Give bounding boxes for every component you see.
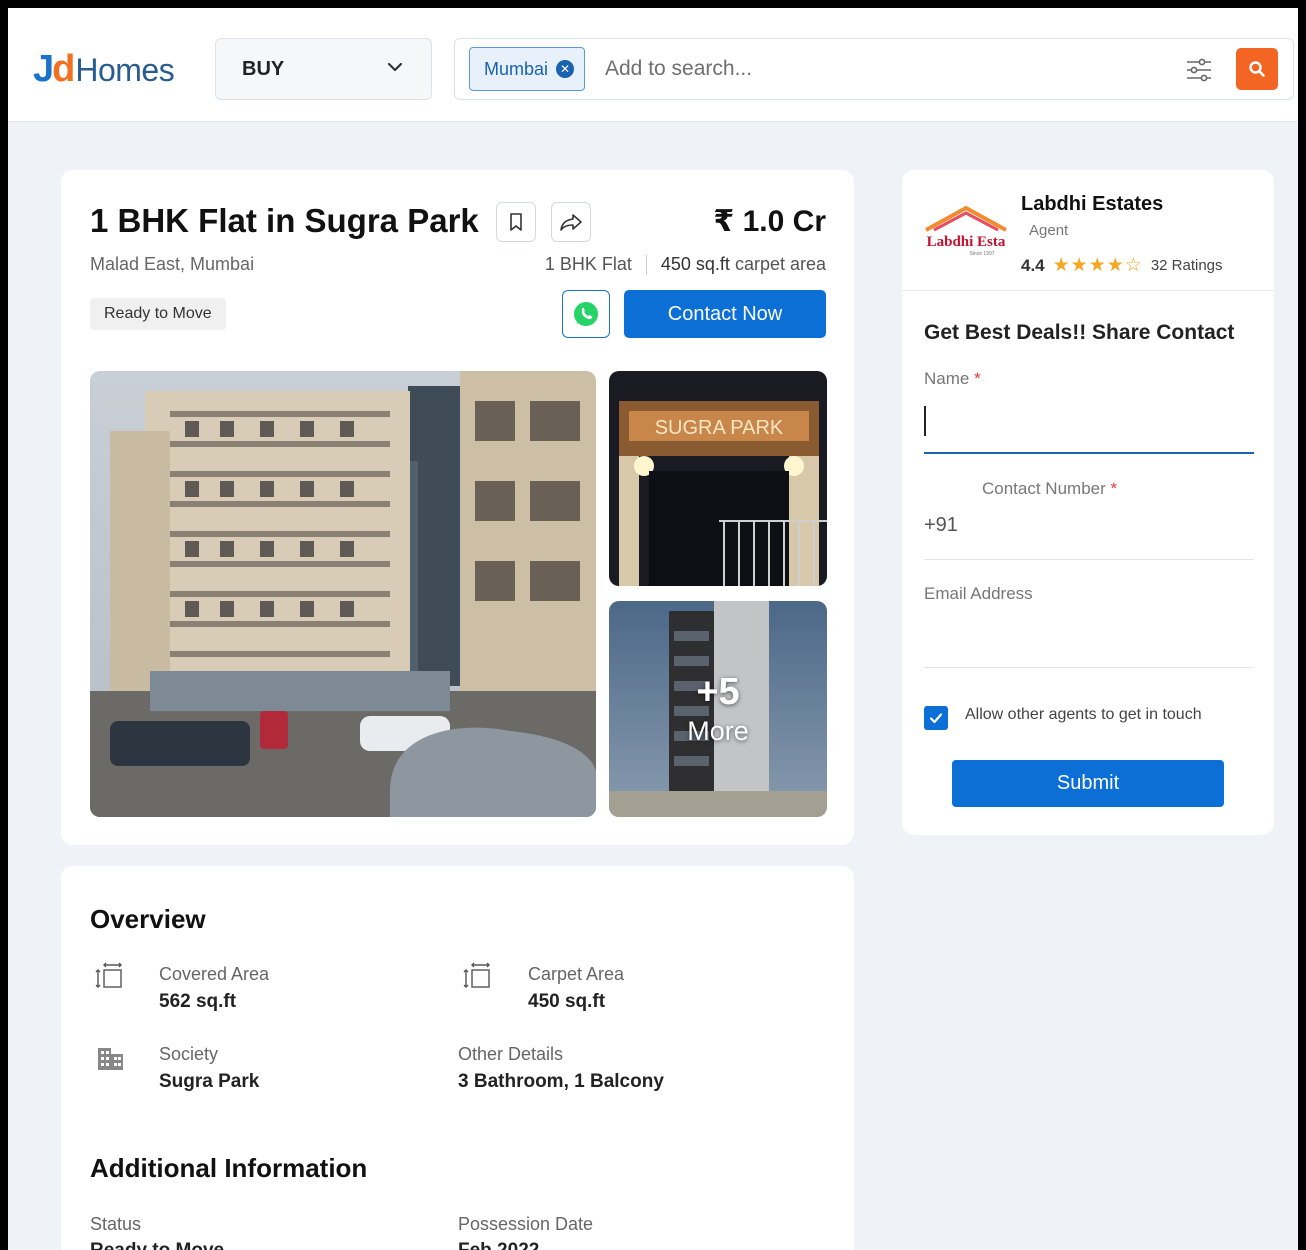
agent-divider <box>902 290 1274 291</box>
area-icon <box>463 962 490 988</box>
required-mark: * <box>974 369 981 388</box>
overview-title: Overview <box>90 904 206 934</box>
jdhomes-logo[interactable]: Jd Homes <box>33 48 175 90</box>
name-input[interactable] <box>924 398 1254 454</box>
status-label: Status <box>90 1214 142 1234</box>
agent-rating: 4.4 ★★★★☆ 32 Ratings <box>1021 254 1223 277</box>
spec-divider <box>645 254 647 275</box>
checkmark-icon <box>929 713 943 724</box>
main-property-photo[interactable] <box>90 371 596 817</box>
listing-title: 1 BHK Flat in Sugra Park <box>90 202 479 239</box>
agent-logo-text: Labdhi Esta <box>927 234 1006 250</box>
rating-stars-icon: ★★★★☆ <box>1052 255 1143 276</box>
submit-button[interactable]: Submit <box>952 760 1224 807</box>
search-chip-mumbai[interactable]: Mumbai ✕ <box>469 47 586 91</box>
contact-number-label: Contact Number * <box>982 479 1118 498</box>
status-value: Ready to Move <box>90 1240 224 1250</box>
bookmark-icon <box>510 213 522 231</box>
rating-score: 4.4 <box>1021 255 1045 275</box>
listing-config: 1 BHK Flat <box>544 254 632 274</box>
agent-lead-card: Labdhi Esta Since 1997 Labdhi Estates Ag… <box>902 170 1274 835</box>
top-header: Jd Homes BUY Mumbai ✕ <box>8 8 1298 122</box>
whatsapp-button[interactable] <box>562 290 610 338</box>
possession-date-label: Possession Date <box>458 1214 594 1234</box>
share-button[interactable] <box>551 202 591 242</box>
covered-area-label: Covered Area <box>159 964 270 984</box>
email-label: Email Address <box>924 584 1033 603</box>
remove-chip-icon[interactable]: ✕ <box>556 60 575 78</box>
society-value: Sugra Park <box>159 1071 260 1092</box>
page: Jd Homes BUY Mumbai ✕ Add to search... 1… <box>8 8 1298 1250</box>
lead-form-title: Get Best Deals!! Share Contact <box>924 321 1235 344</box>
listing-area-unit: carpet area <box>734 254 826 274</box>
other-details-label: Other Details <box>458 1044 564 1064</box>
buy-dropdown[interactable]: BUY <box>215 38 432 100</box>
carpet-area-value: 450 sq.ft <box>528 991 606 1012</box>
logo-jd: Jd <box>33 48 75 90</box>
listing-specs: 1 BHK Flat 450 sq.ft carpet area <box>545 254 826 275</box>
bookmark-button[interactable] <box>496 202 536 242</box>
area-icon <box>95 962 122 988</box>
more-photos-text: More <box>687 716 749 746</box>
ratings-count[interactable]: 32 Ratings <box>1151 257 1223 274</box>
search-button[interactable] <box>1236 48 1278 90</box>
building-photo-illustration <box>90 371 596 817</box>
society-label: Society <box>159 1044 219 1064</box>
more-photos-tile[interactable]: +5 More <box>609 601 827 817</box>
agent-name[interactable]: Labdhi Estates <box>1021 193 1163 216</box>
search-icon <box>1249 61 1265 77</box>
chevron-down-icon <box>387 62 403 72</box>
entrance-photo[interactable]: SUGRA PARK <box>609 371 827 586</box>
phone-prefix: +91 <box>924 514 958 536</box>
search-bar: Mumbai ✕ <box>454 38 1294 100</box>
agent-role: Agent <box>1029 222 1069 239</box>
contact-now-button[interactable]: Contact Now <box>624 290 826 338</box>
listing-price: ₹ 1.0 Cr <box>713 205 826 238</box>
carpet-area-label: Carpet Area <box>528 964 625 984</box>
possession-date-value: Feb 2022 <box>458 1240 539 1250</box>
gate-sign-text: SUGRA PARK <box>655 417 784 439</box>
name-label: Name * <box>924 369 981 388</box>
more-photos-count: +5 <box>696 671 740 713</box>
agent-logo: Labdhi Esta Since 1997 <box>925 205 1007 257</box>
building-icon <box>98 1048 123 1070</box>
allow-agents-checkbox[interactable] <box>924 706 948 730</box>
entrance-photo-illustration: SUGRA PARK <box>609 371 827 586</box>
search-input[interactable] <box>605 51 1165 87</box>
contact-number-input[interactable] <box>924 500 1254 560</box>
required-mark: * <box>1110 479 1118 498</box>
agent-logo-subtext: Since 1997 <box>969 251 994 257</box>
more-photos-label: +5 More <box>609 671 827 747</box>
email-input[interactable] <box>924 610 1254 668</box>
text-caret <box>924 406 926 436</box>
search-chip-label: Mumbai <box>484 58 549 79</box>
filter-icon[interactable] <box>1185 56 1213 84</box>
additional-info-title: Additional Information <box>90 1153 368 1183</box>
buy-dropdown-value: BUY <box>242 57 285 80</box>
overview-card: Overview Covered Area 562 sq.ft Carpet A… <box>61 866 854 1250</box>
share-icon <box>560 214 582 231</box>
covered-area-value: 562 sq.ft <box>159 991 237 1012</box>
allow-agents-label[interactable]: Allow other agents to get in touch <box>965 706 1202 724</box>
status-badge: Ready to Move <box>90 298 226 330</box>
logo-homes: Homes <box>75 52 175 88</box>
listing-card: 1 BHK Flat in Sugra Park ₹ 1.0 Cr Malad … <box>61 170 854 845</box>
whatsapp-icon <box>574 302 598 326</box>
other-details-value: 3 Bathroom, 1 Balcony <box>458 1071 664 1092</box>
listing-area-value: 450 sq.ft <box>660 254 730 274</box>
listing-locality: Malad East, Mumbai <box>90 254 255 274</box>
